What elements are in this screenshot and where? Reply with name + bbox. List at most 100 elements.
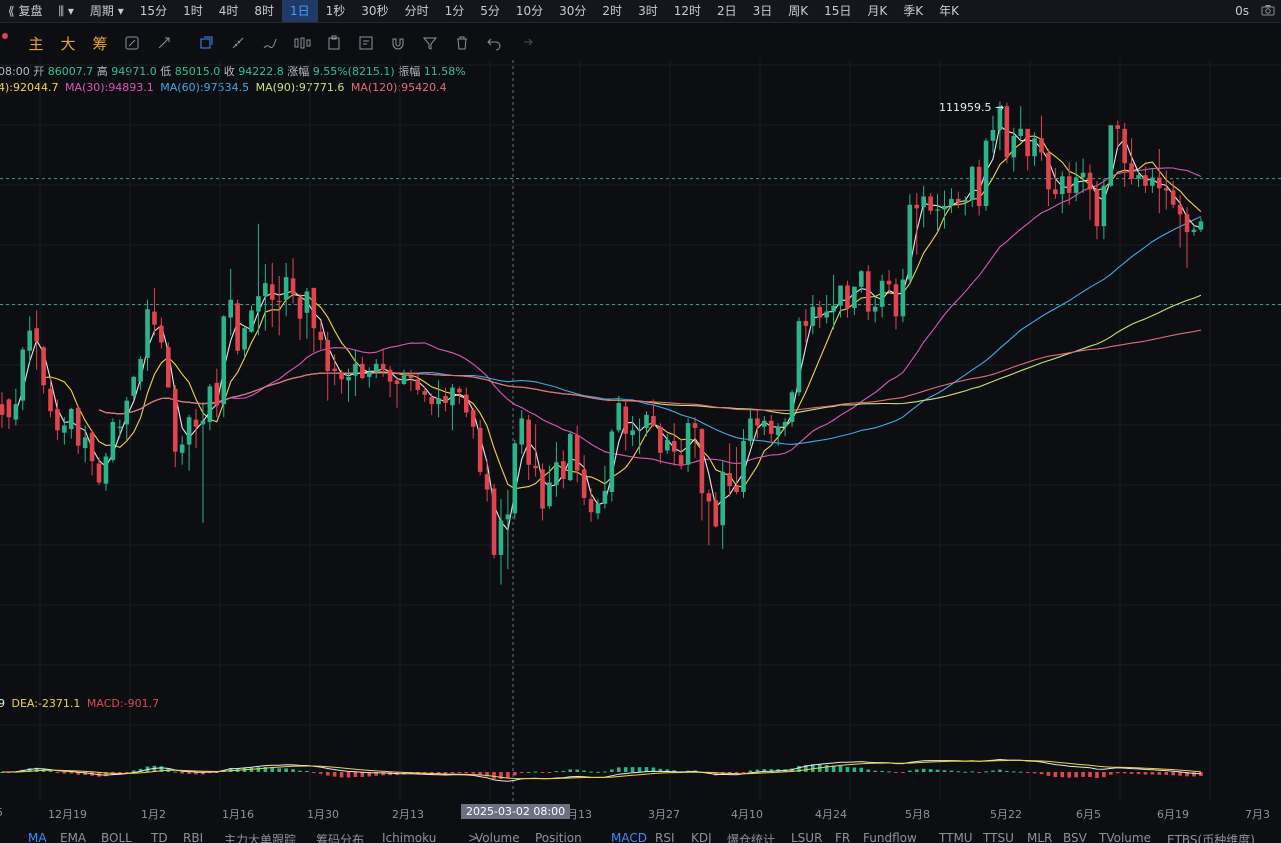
indicator-tab[interactable]: 筹码分布 (316, 831, 364, 843)
candles-toggle-icon[interactable] (290, 31, 314, 55)
candle-body (817, 306, 823, 318)
period-tab[interactable]: 1秒 (318, 0, 354, 22)
macd-bar (1025, 772, 1030, 773)
x-axis-label: 2月13 (392, 808, 424, 821)
main-indicator-button[interactable]: 主 (24, 31, 48, 55)
period-tab[interactable]: 30分 (551, 0, 594, 22)
period-tab[interactable]: 15日 (816, 0, 859, 22)
ruler-icon[interactable] (226, 31, 250, 55)
period-tab[interactable]: 2日 (709, 0, 745, 22)
candle-body (942, 205, 947, 210)
indicator-tab[interactable]: BOLL (101, 831, 132, 843)
sub-indicator-tab[interactable]: Volume (475, 831, 520, 843)
chip-distribution-button[interactable]: 筹 (88, 31, 112, 55)
ma-line (98, 329, 1202, 415)
sub-indicator-tab[interactable]: RSI (655, 831, 675, 843)
period-tab[interactable]: 月K (859, 0, 895, 22)
macd-bar (568, 769, 573, 772)
sub-indicator-tab[interactable]: Fundflow (863, 831, 917, 843)
macd-bar (353, 772, 358, 778)
macd-bar (942, 770, 947, 772)
period-tab[interactable]: 8时 (246, 0, 282, 22)
candle-body (1108, 125, 1114, 186)
period-tab[interactable]: 周K (780, 0, 816, 22)
candle-body (387, 369, 393, 382)
candle-body (983, 140, 989, 206)
sub-indicator-tab[interactable]: LSUR (791, 831, 822, 843)
sub-indicator-tab[interactable]: BSV (1063, 831, 1087, 843)
period-menu-button[interactable]: 周期 ▾ (82, 0, 132, 22)
macd-bar (887, 771, 891, 773)
candle-body (166, 347, 171, 388)
indicator-tab[interactable]: EMA (60, 831, 86, 843)
period-tab[interactable]: 15分 (132, 0, 175, 22)
magnet-icon[interactable] (386, 31, 410, 55)
candle-body (415, 379, 421, 390)
period-tab[interactable]: 1日 (282, 0, 318, 22)
period-tab[interactable]: 季K (895, 0, 931, 22)
sub-indicator-tab[interactable]: ETBS(币种维度) (1167, 831, 1255, 843)
candle-body (1073, 177, 1079, 193)
sub-indicator-tab[interactable]: MACD (611, 831, 647, 843)
indicator-tab[interactable]: RBI (183, 831, 203, 843)
redo-icon[interactable] (514, 31, 538, 55)
indicator-tab[interactable]: Ichimoku (382, 831, 436, 843)
clipboard-icon[interactable] (322, 31, 346, 55)
period-tab[interactable]: 30秒 (353, 0, 396, 22)
trash-icon[interactable] (450, 31, 474, 55)
period-tab[interactable]: 1时 (175, 0, 211, 22)
sub-indicator-tab[interactable]: FR (835, 831, 850, 843)
indicator-tab[interactable]: 主力大单跟踪 (224, 831, 296, 843)
period-tab[interactable]: 4时 (211, 0, 247, 22)
period-tab[interactable]: 分时 (397, 0, 437, 22)
crosshair-icon[interactable] (152, 31, 176, 55)
macd-bar (866, 769, 871, 772)
note-icon[interactable] (354, 31, 378, 55)
x-axis-label: 1月16 (222, 808, 254, 821)
sub-indicator-tab[interactable]: MLR (1027, 831, 1052, 843)
sub-indicator-tab[interactable]: TTSU (983, 831, 1014, 843)
candle-body (6, 399, 12, 418)
indicator-tab[interactable]: TD (151, 831, 168, 843)
filter-icon[interactable] (418, 31, 442, 55)
candlestick-chart[interactable] (0, 60, 1281, 803)
replay-button[interactable]: ⟪ 复盘 (0, 0, 51, 22)
candle-body (27, 330, 33, 351)
candle-body (450, 387, 455, 406)
sub-indicator-tab[interactable]: KDJ (691, 831, 712, 843)
drawing-toolbar: 主 大 筹 (0, 29, 1281, 57)
chart-type-button[interactable]: ⫼ ▾ (51, 0, 82, 22)
macd-bar (457, 772, 462, 773)
undo-icon[interactable] (482, 31, 506, 55)
macd-bar (1171, 772, 1175, 776)
sub-indicator-tab[interactable]: TTMU (939, 831, 973, 843)
period-tab[interactable]: 年K (931, 0, 967, 22)
indicator-tab[interactable]: MA (28, 831, 47, 843)
candle-body (1053, 189, 1058, 195)
sub-indicator-tab[interactable]: Position (535, 831, 582, 843)
period-tab[interactable]: 3时 (630, 0, 666, 22)
candle-body (290, 278, 296, 294)
big-order-button[interactable]: 大 (56, 31, 80, 55)
brush-icon[interactable] (258, 31, 282, 55)
macd-bar (748, 770, 753, 772)
candle-body (1157, 177, 1162, 189)
macd-bar (1129, 772, 1134, 774)
candle-body (124, 400, 130, 425)
sub-indicator-tab[interactable]: TVolume (1099, 831, 1151, 843)
period-tab[interactable]: 1分 (437, 0, 473, 22)
macd-bar (55, 772, 60, 773)
sub-indicator-tab[interactable]: 爆仓统计 (727, 831, 775, 843)
candle-body (505, 514, 511, 520)
period-tab[interactable]: 3日 (745, 0, 781, 22)
period-tab[interactable]: 12时 (666, 0, 709, 22)
layout-icon[interactable] (120, 31, 144, 55)
period-tab[interactable]: 2时 (594, 0, 630, 22)
candle-body (588, 499, 594, 513)
candle-body (581, 469, 587, 498)
macd-bar (921, 768, 926, 772)
camera-icon[interactable] (1261, 4, 1275, 19)
period-tab[interactable]: 5分 (472, 0, 508, 22)
period-tab[interactable]: 10分 (508, 0, 551, 22)
line-tool-icon[interactable] (194, 31, 218, 55)
